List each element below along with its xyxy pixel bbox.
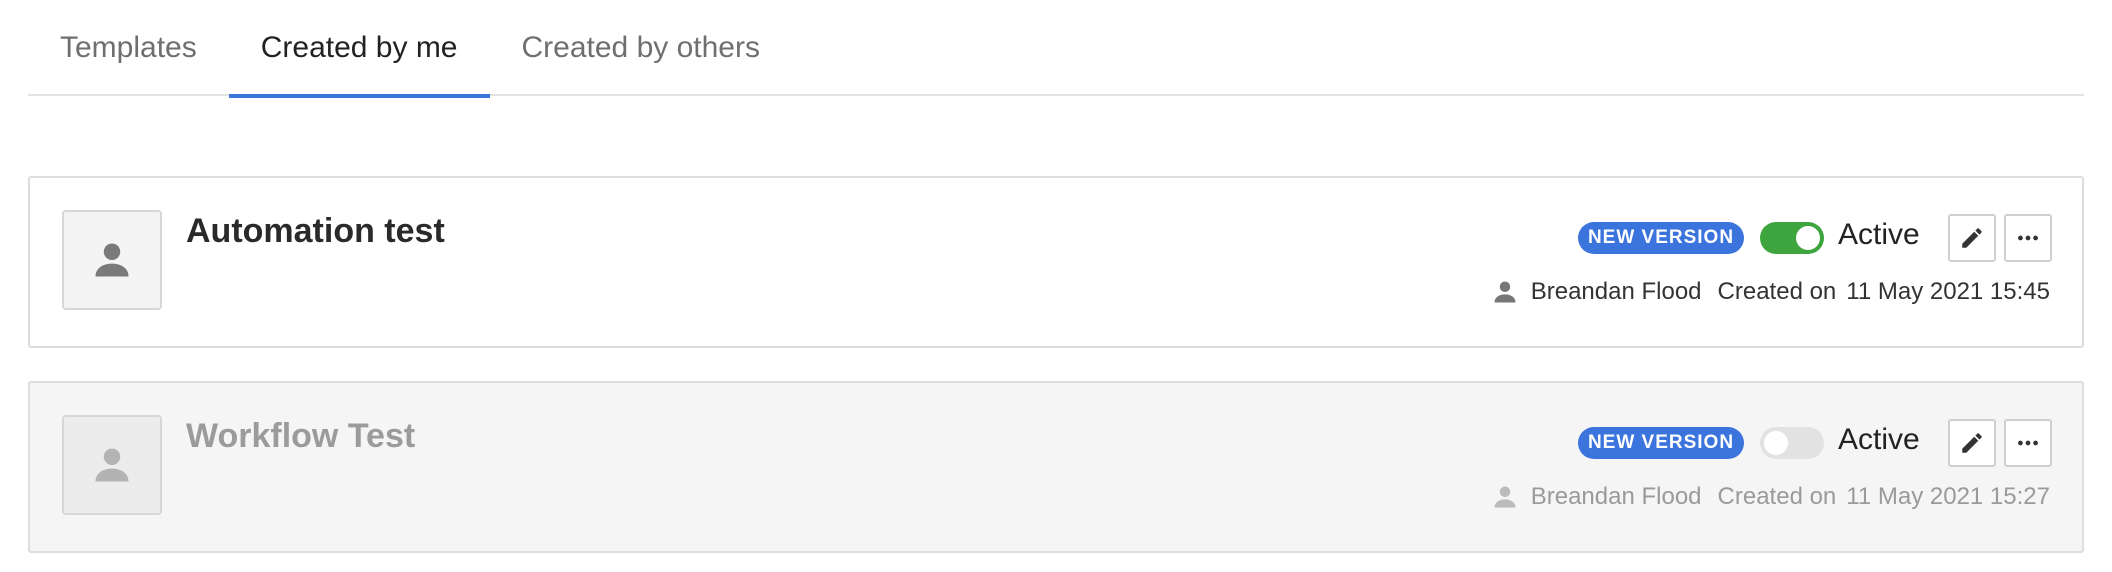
- user-icon: [1494, 281, 1516, 303]
- tab-templates[interactable]: Templates: [28, 0, 229, 96]
- toggle-knob: [1796, 226, 1820, 250]
- more-horizontal-icon: [2018, 440, 2038, 446]
- pencil-icon: [1962, 433, 1982, 453]
- workflow-title[interactable]: Workflow Test: [186, 417, 415, 456]
- tab-created-by-me[interactable]: Created by me: [228, 0, 490, 98]
- active-toggle[interactable]: [1760, 222, 1824, 254]
- new-version-badge: NEW VERSION: [1578, 222, 1744, 254]
- new-version-badge: NEW VERSION: [1578, 427, 1744, 459]
- workflow-card[interactable]: Automation test NEW VERSION Active Brean…: [28, 176, 2084, 348]
- workflow-meta: Breandan Flood Created on 11 May 2021 15…: [1491, 278, 2050, 306]
- tab-created-by-others[interactable]: Created by others: [490, 0, 792, 96]
- author-name: Breandan Flood: [1530, 483, 1702, 510]
- workflow-meta: Breandan Flood Created on 11 May 2021 15…: [1491, 483, 2050, 511]
- active-toggle[interactable]: [1760, 427, 1824, 459]
- created-date: 11 May 2021 15:45: [1846, 278, 2050, 305]
- user-icon: [1494, 486, 1516, 508]
- person-icon: [95, 243, 129, 277]
- toggle-knob: [1764, 431, 1788, 455]
- created-date: 11 May 2021 15:27: [1846, 483, 2050, 510]
- edit-button[interactable]: [1948, 214, 1996, 262]
- workflow-card[interactable]: Workflow Test NEW VERSION Active Breanda…: [28, 381, 2084, 553]
- workflow-title[interactable]: Automation test: [186, 212, 445, 251]
- tab-bar: Templates Created by me Created by other…: [28, 0, 2084, 98]
- created-label: Created on: [1717, 483, 1837, 510]
- edit-button[interactable]: [1948, 419, 1996, 467]
- person-icon: [95, 448, 129, 482]
- workflow-avatar: [62, 415, 162, 515]
- status-label: Active: [1838, 423, 1920, 456]
- pencil-icon: [1962, 228, 1982, 248]
- more-options-button[interactable]: [2004, 214, 2052, 262]
- workflow-avatar: [62, 210, 162, 310]
- more-horizontal-icon: [2018, 235, 2038, 241]
- created-label: Created on: [1717, 278, 1837, 305]
- status-label: Active: [1838, 218, 1920, 251]
- more-options-button[interactable]: [2004, 419, 2052, 467]
- author-name: Breandan Flood: [1530, 278, 1702, 305]
